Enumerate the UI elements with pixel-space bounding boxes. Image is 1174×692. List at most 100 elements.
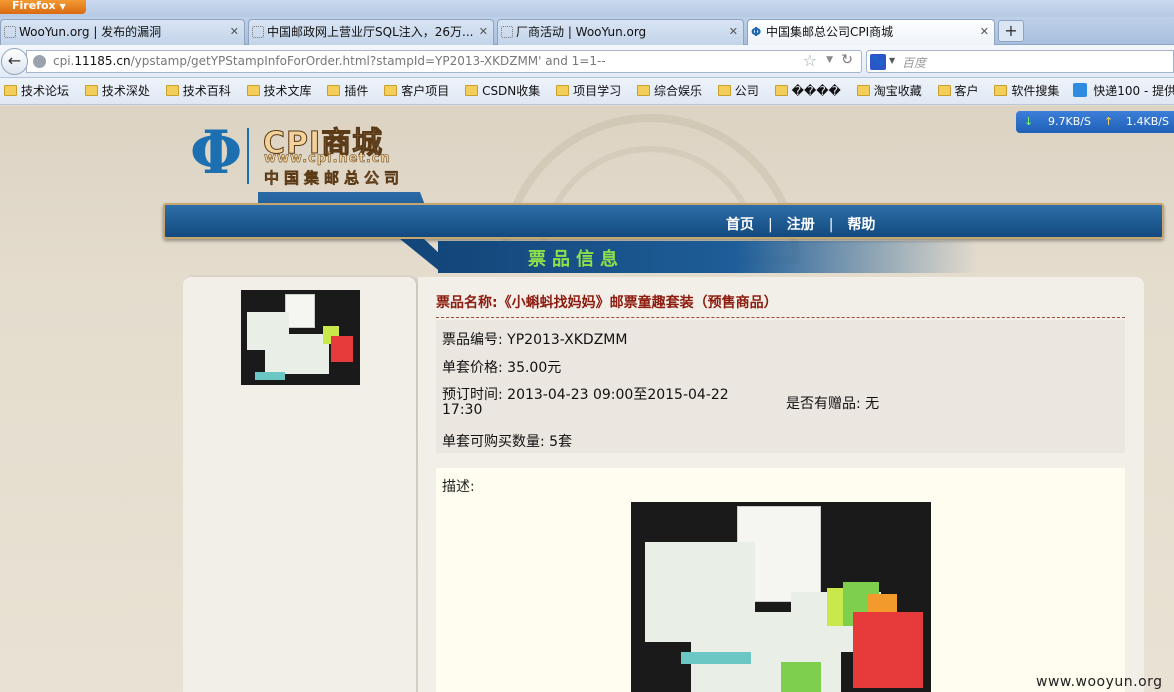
bookmark-label: 插件: [344, 84, 369, 98]
purchase-limit: 单套可购买数量: 5套: [442, 434, 573, 450]
folder-icon: [4, 85, 17, 96]
search-bar[interactable]: 🐾 ▼ 百度: [866, 50, 1174, 73]
logo-url: www.cpi.net.cn: [264, 151, 391, 167]
tab-title: 中国邮政网上营业厅SQL注入，26万...: [267, 25, 474, 39]
bookmark-folder[interactable]: 项目学习: [552, 78, 622, 104]
plus-icon: +: [1004, 21, 1018, 40]
site-logo[interactable]: Φ CPI商城 www.cpi.net.cn 中国集邮总公司: [190, 120, 430, 190]
paper-image: [781, 662, 821, 692]
bookmark-label: 客户项目: [401, 84, 450, 98]
folder-icon: [84, 85, 98, 96]
url-bar[interactable]: cpi.11185.cn/ypstamp/getYPStampInfoForOr…: [26, 50, 862, 73]
product-image-panel: [183, 277, 416, 692]
tab-vendor-activity[interactable]: 厂商活动 | WooYun.org ✕: [497, 19, 744, 45]
logo-divider: [247, 128, 249, 184]
bookmark-label: 项目学习: [573, 84, 622, 98]
folder-icon: [246, 85, 260, 96]
url-prefix: cpi.: [53, 54, 75, 68]
close-icon[interactable]: ✕: [980, 20, 989, 44]
close-icon[interactable]: ✕: [729, 20, 738, 44]
tab-post-sql[interactable]: 中国邮政网上营业厅SQL注入，26万... ✕: [248, 19, 494, 45]
url-text[interactable]: cpi.11185.cn/ypstamp/getYPStampInfoForOr…: [53, 54, 606, 68]
product-description: 描述:: [436, 468, 1125, 692]
nav-register-link[interactable]: 注册: [783, 217, 819, 233]
folder-icon: [465, 85, 479, 96]
url-path: /ypstamp/getYPStampInfoForOrder.html?sta…: [130, 54, 606, 68]
logo-company-name: 中国集邮总公司: [264, 169, 405, 188]
product-thumbnail[interactable]: [241, 290, 360, 385]
close-icon[interactable]: ✕: [230, 20, 239, 44]
new-tab-button[interactable]: +: [998, 20, 1024, 42]
history-dropdown-icon[interactable]: ▼: [826, 55, 833, 65]
bookmark-folder[interactable]: 公司: [714, 78, 759, 104]
firefox-menu-button[interactable]: Firefox ▼: [0, 0, 86, 14]
reload-icon[interactable]: ↻: [841, 52, 853, 68]
bookmark-folder[interactable]: CSDN收集: [461, 78, 540, 104]
folder-icon: [165, 85, 179, 96]
firefox-menu-label: Firefox: [12, 0, 56, 12]
main-nav: 首页 | 注册 | 帮助: [722, 214, 879, 234]
engine-dropdown-icon[interactable]: ▼: [889, 56, 895, 65]
navigation-toolbar: cpi.11185.cn/ypstamp/getYPStampInfoForOr…: [0, 45, 1174, 78]
tab-wooyun-bugs[interactable]: WooYun.org | 发布的漏洞 ✕: [0, 19, 245, 45]
page-icon: [4, 26, 16, 38]
folder-icon: [556, 85, 570, 96]
nav-home-link[interactable]: 首页: [722, 217, 758, 233]
section-title: 票品信息: [528, 249, 624, 270]
site-identity-icon[interactable]: [33, 55, 46, 68]
bookmark-kuaidi100[interactable]: 快递100 - 提供一站式...: [1071, 78, 1174, 104]
bookmark-folder[interactable]: 技术深处: [81, 78, 150, 104]
bookmark-label: 软件搜集: [1011, 84, 1060, 98]
folder-icon: [937, 85, 951, 96]
wooyun-watermark: www.wooyun.org: [1036, 674, 1163, 690]
bookmark-label: 综合娱乐: [653, 84, 702, 98]
nav-help-link[interactable]: 帮助: [843, 217, 879, 233]
download-arrow-icon: ↓: [1024, 115, 1034, 128]
description-label: 描述:: [442, 479, 475, 495]
bookmark-star-icon[interactable]: ☆: [803, 51, 817, 70]
chevron-down-icon: ▼: [59, 2, 66, 11]
bookmark-folder[interactable]: ����: [771, 78, 841, 104]
folder-icon: [774, 85, 788, 96]
page-icon: [501, 26, 513, 38]
paper-image: [853, 612, 923, 688]
bookmark-folder[interactable]: 软件搜集: [990, 78, 1060, 104]
bookmark-folder[interactable]: 插件: [323, 78, 369, 104]
product-title: 票品名称:《小蝌蚪找妈妈》邮票童趣套装（预售商品）: [436, 295, 778, 311]
back-button[interactable]: ←: [1, 48, 28, 75]
bookmark-label: 淘宝收藏: [873, 84, 922, 98]
search-placeholder: 百度: [902, 56, 927, 70]
baidu-engine-icon[interactable]: 🐾: [870, 54, 886, 70]
nav-separator: |: [828, 217, 834, 233]
cpi-favicon-icon: Φ: [751, 25, 762, 39]
close-icon[interactable]: ✕: [479, 20, 488, 44]
bookmark-folder[interactable]: 技术百科: [162, 78, 231, 104]
folder-icon: [994, 85, 1008, 96]
bookmark-label: 技术论坛: [21, 84, 70, 98]
nav-separator: |: [768, 217, 773, 233]
upload-speed: 1.4KB/S: [1126, 115, 1169, 128]
package-box-image: [285, 294, 315, 328]
bookmark-folder[interactable]: 淘宝收藏: [853, 78, 922, 104]
tab-cpi-mall[interactable]: Φ 中国集邮总公司CPI商城 ✕: [747, 19, 995, 46]
bookmark-folder[interactable]: 综合娱乐: [633, 78, 702, 104]
bookmark-folder[interactable]: 客户: [934, 78, 979, 104]
network-speed-widget: ↓ 9.7KB/S ↑ 1.4KB/S: [1016, 111, 1174, 133]
card-image: [265, 334, 329, 374]
kuaidi-icon: [1073, 83, 1088, 97]
url-host: 11185.cn: [74, 54, 131, 68]
tab-title: WooYun.org | 发布的漏洞: [19, 25, 162, 39]
page-viewport: ↓ 9.7KB/S ↑ 1.4KB/S Φ CPI商城 www.cpi.net.…: [0, 106, 1174, 692]
preorder-time: 预订时间: 2013-04-23 09:00至2015-04-22: [442, 387, 729, 403]
tab-title: 中国集邮总公司CPI商城: [766, 25, 894, 39]
tab-strip: WooYun.org | 发布的漏洞 ✕ 中国邮政网上营业厅SQL注入，26万.…: [0, 17, 1174, 46]
back-arrow-icon: ←: [7, 51, 22, 70]
bookmark-folder[interactable]: 技术论坛: [0, 78, 70, 104]
preorder-time-end: 17:30: [442, 402, 483, 418]
upload-arrow-icon: ↑: [1104, 115, 1114, 128]
bookmark-folder[interactable]: 客户项目: [380, 78, 450, 104]
bookmark-folder[interactable]: 技术文库: [243, 78, 312, 104]
product-attributes: 票品编号: YP2013-XKDZMM 单套价格: 35.00元 预订时间: 2…: [436, 320, 1125, 453]
folder-icon: [717, 85, 731, 96]
gift-info: 是否有赠品: 无: [786, 396, 880, 412]
